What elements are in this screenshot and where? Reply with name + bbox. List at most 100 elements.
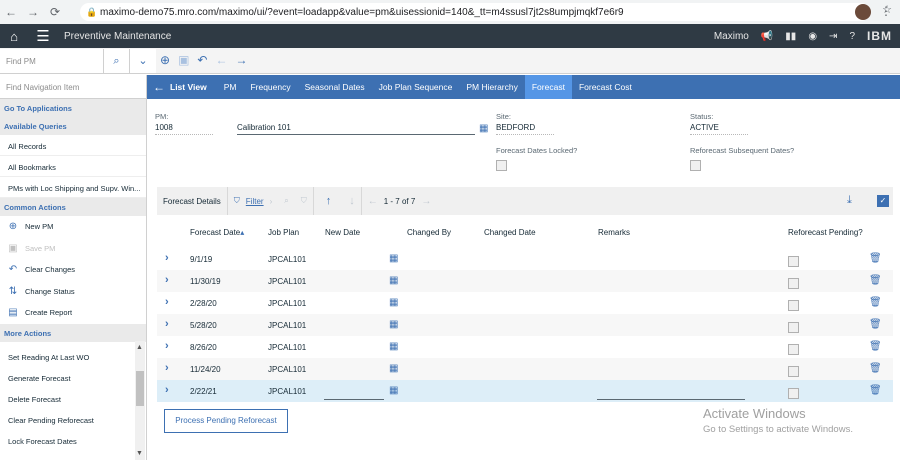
query-pms-loc-shipping[interactable]: PMs with Loc Shipping and Supv. Win... xyxy=(0,177,146,198)
query-all-bookmarks[interactable]: All Bookmarks xyxy=(0,156,146,177)
reforecast-pending-checkbox[interactable] xyxy=(788,366,799,377)
tab-frequency[interactable]: Frequency xyxy=(243,75,297,99)
chevron-right-icon[interactable]: › xyxy=(165,340,169,352)
hamburger-menu-icon[interactable]: ☰ xyxy=(28,27,58,45)
reforecast-pending-checkbox[interactable] xyxy=(788,256,799,267)
remarks-input[interactable] xyxy=(597,399,745,400)
profile-icon[interactable]: ◉ xyxy=(808,31,817,42)
find-pm-input[interactable]: Find PM xyxy=(0,49,104,73)
reforecast-pending-checkbox[interactable] xyxy=(788,322,799,333)
table-row[interactable]: › 11/24/20 JPCAL101 ▦ 🗑 xyxy=(157,358,893,380)
set-reading-action[interactable]: Set Reading At Last WO xyxy=(0,346,146,367)
column-changed-by[interactable]: Changed By xyxy=(407,228,451,237)
calendar-icon[interactable]: ▦ xyxy=(389,341,398,352)
table-row[interactable]: › 2/28/20 JPCAL101 ▦ 🗑 xyxy=(157,292,893,314)
chevron-right-icon[interactable]: › xyxy=(165,274,169,286)
change-status-action[interactable]: ⇅ Change Status xyxy=(0,281,146,303)
query-all-records[interactable]: All Records xyxy=(0,135,146,156)
clear-pending-reforecast-action[interactable]: Clear Pending Reforecast xyxy=(0,409,146,430)
clear-filter-icon[interactable]: ⛉ xyxy=(295,196,313,206)
search-icon[interactable]: ⌕ xyxy=(104,49,130,73)
forecast-dates-locked-checkbox[interactable] xyxy=(496,160,507,171)
scroll-up-icon[interactable]: ▲ xyxy=(136,344,143,351)
sidebar-scrollbar[interactable]: ▲ ▼ xyxy=(135,341,145,460)
bulletin-icon[interactable]: 📢 xyxy=(761,31,773,42)
reforecast-pending-checkbox[interactable] xyxy=(788,344,799,355)
tab-forecast-cost[interactable]: Forecast Cost xyxy=(572,75,639,99)
column-remarks[interactable]: Remarks xyxy=(598,228,630,237)
scroll-down-icon[interactable]: ▼ xyxy=(136,450,143,457)
column-changed-date[interactable]: Changed Date xyxy=(484,228,536,237)
calendar-icon[interactable]: ▦ xyxy=(389,253,398,264)
delete-row-icon[interactable]: 🗑 xyxy=(869,385,882,396)
next-page-icon[interactable]: → xyxy=(415,196,437,207)
forward-arrow-icon[interactable]: → xyxy=(22,5,44,19)
previous-page-icon[interactable]: ← xyxy=(362,196,384,207)
table-settings-icon[interactable]: ✓ xyxy=(877,195,889,207)
column-reforecast-pending[interactable]: Reforecast Pending? xyxy=(788,228,863,237)
address-bar[interactable]: 🔒 maximo-demo75.mro.com/maximo/ui/?event… xyxy=(80,3,892,21)
previous-record-icon[interactable]: ← xyxy=(215,53,227,67)
create-report-action[interactable]: ▤ Create Report xyxy=(0,302,146,324)
calendar-icon[interactable]: ▦ xyxy=(389,363,398,374)
reports-icon[interactable]: ▮▮ xyxy=(785,31,796,42)
find-navigation-item-input[interactable]: Find Navigation Item xyxy=(0,75,146,99)
table-row[interactable]: › 5/28/20 JPCAL101 ▦ 🗑 xyxy=(157,314,893,336)
chevron-right-icon[interactable]: › xyxy=(165,362,169,374)
signout-icon[interactable]: ⇥ xyxy=(829,31,837,42)
reforecast-pending-checkbox[interactable] xyxy=(788,300,799,311)
generate-forecast-action[interactable]: Generate Forecast xyxy=(0,367,146,388)
filter-icon[interactable]: ⛉ xyxy=(228,196,246,206)
long-description-icon[interactable]: ▦ xyxy=(479,123,488,134)
delete-row-icon[interactable]: 🗑 xyxy=(869,341,882,352)
chevron-right-icon[interactable]: › xyxy=(165,252,169,264)
tab-seasonal-dates[interactable]: Seasonal Dates xyxy=(298,75,372,99)
delete-forecast-action[interactable]: Delete Forecast xyxy=(0,388,146,409)
clear-changes-action[interactable]: ↶ Clear Changes xyxy=(0,259,146,281)
chevron-right-icon[interactable]: › xyxy=(165,296,169,308)
chevron-right-icon[interactable]: › xyxy=(264,197,279,206)
back-arrow-icon[interactable]: ← xyxy=(0,5,22,19)
next-record-icon[interactable]: → xyxy=(235,53,247,67)
undo-icon[interactable]: ↶ xyxy=(197,53,207,67)
calendar-icon[interactable]: ▦ xyxy=(389,385,398,396)
go-to-applications-link[interactable]: Go To Applications xyxy=(0,99,146,117)
table-row-selected[interactable]: › 2/22/21 JPCAL101 ▦ 🗑 xyxy=(157,380,893,402)
column-new-date[interactable]: New Date xyxy=(325,228,360,237)
reforecast-pending-checkbox[interactable] xyxy=(788,278,799,289)
tab-pm-hierarchy[interactable]: PM Hierarchy xyxy=(459,75,524,99)
process-pending-reforecast-button[interactable]: Process Pending Reforecast xyxy=(164,409,288,433)
download-icon[interactable]: ⤓ xyxy=(847,194,852,207)
delete-row-icon[interactable]: 🗑 xyxy=(869,253,882,264)
tab-job-plan-sequence[interactable]: Job Plan Sequence xyxy=(372,75,460,99)
reforecast-subsequent-checkbox[interactable] xyxy=(690,160,701,171)
table-row[interactable]: › 11/30/19 JPCAL101 ▦ 🗑 xyxy=(157,270,893,292)
chevron-right-icon[interactable]: › xyxy=(165,318,169,330)
filter-link[interactable]: Filter xyxy=(246,197,264,206)
search-icon[interactable]: ⌕ xyxy=(278,196,294,206)
reload-icon[interactable]: ⟳ xyxy=(44,5,66,19)
tab-forecast[interactable]: Forecast xyxy=(524,75,572,99)
pm-description-field[interactable]: Calibration 101 xyxy=(237,123,475,135)
home-icon[interactable]: ⌂ xyxy=(0,29,28,44)
lock-forecast-dates-action[interactable]: Lock Forecast Dates xyxy=(0,430,146,451)
save-icon[interactable]: ▣ xyxy=(178,53,189,67)
reforecast-pending-checkbox[interactable] xyxy=(788,388,799,399)
list-view-tab[interactable]: ← List View xyxy=(147,75,217,99)
column-forecast-date[interactable]: Forecast Date▴ xyxy=(190,228,244,237)
new-record-icon[interactable]: ⊕ xyxy=(160,53,170,67)
new-date-input[interactable] xyxy=(324,399,384,400)
tab-pm[interactable]: PM xyxy=(217,75,244,99)
save-pm-action[interactable]: ▣ Save PM xyxy=(0,238,146,260)
chevron-right-icon[interactable]: › xyxy=(165,384,169,396)
calendar-icon[interactable]: ▦ xyxy=(389,275,398,286)
arrow-down-icon[interactable]: ↓ xyxy=(343,195,361,207)
delete-row-icon[interactable]: 🗑 xyxy=(869,319,882,330)
delete-row-icon[interactable]: 🗑 xyxy=(869,363,882,374)
table-row[interactable]: › 8/26/20 JPCAL101 ▦ 🗑 xyxy=(157,336,893,358)
browser-menu-icon[interactable]: ⋮ xyxy=(880,4,892,18)
arrow-up-icon[interactable]: ↑ xyxy=(314,195,344,207)
profile-avatar[interactable] xyxy=(855,4,871,20)
pm-field[interactable]: 1008 xyxy=(155,123,213,135)
new-pm-action[interactable]: ⊕ New PM xyxy=(0,216,146,238)
